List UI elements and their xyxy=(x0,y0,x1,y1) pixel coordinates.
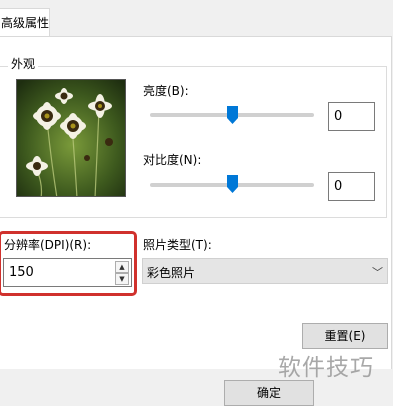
brightness-value-input[interactable]: 0 xyxy=(328,102,375,131)
preview-image xyxy=(16,79,126,197)
picture-type-select[interactable]: 彩色照片 ﹀ xyxy=(142,258,388,284)
brightness-slider-thumb[interactable] xyxy=(226,106,238,124)
contrast-value-input[interactable]: 0 xyxy=(328,172,375,201)
watermark-text: 软件技巧 xyxy=(278,355,374,381)
tab-strip: 高级属性 xyxy=(0,0,393,37)
reset-button[interactable]: 重置(E) xyxy=(302,323,388,349)
chevron-down-icon: ﹀ xyxy=(372,266,383,279)
ok-button[interactable]: 确定 xyxy=(224,380,314,406)
contrast-slider-thumb[interactable] xyxy=(226,175,238,193)
picture-type-selected: 彩色照片 xyxy=(147,266,196,280)
brightness-label: 亮度(B): xyxy=(143,84,189,98)
tab-advanced-properties[interactable]: 高级属性 xyxy=(0,8,50,37)
highlight-frame xyxy=(0,231,137,296)
appearance-group-title: 外观 xyxy=(8,55,39,72)
picture-type-label: 照片类型(T): xyxy=(143,238,212,252)
contrast-label: 对比度(N): xyxy=(143,153,202,167)
